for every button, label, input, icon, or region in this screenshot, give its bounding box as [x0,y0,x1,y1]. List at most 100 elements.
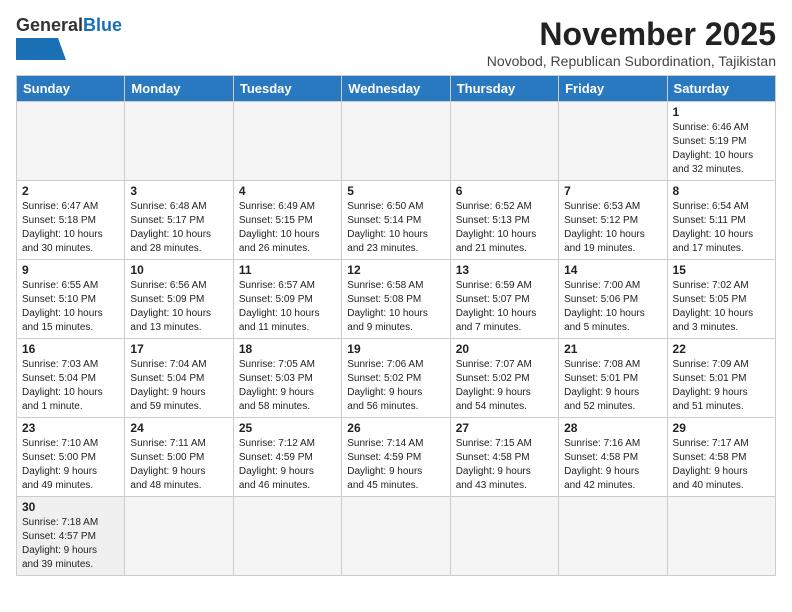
calendar-day-cell: 14 Sunrise: 7:00 AM Sunset: 5:06 PM Dayli… [559,260,667,339]
day-number: 25 [239,421,336,435]
calendar-day-cell: 1Sunrise: 6:46 AM Sunset: 5:19 PM Daylig… [667,102,775,181]
day-number: 22 [673,342,770,356]
day-info: Sunrise: 7:07 AM Sunset: 5:02 PM Dayligh… [456,358,553,414]
day-number: 8 [673,184,770,198]
calendar-day-cell: 8 Sunrise: 6:54 AM Sunset: 5:11 PM Daylig… [667,181,775,260]
day-number: 19 [347,342,444,356]
day-number: 27 [456,421,553,435]
day-number: 5 [347,184,444,198]
calendar-day-cell: 17Sunrise: 7:04 AM Sunset: 5:04 PM Dayli… [125,339,233,418]
day-number: 3 [130,184,227,198]
calendar-day-cell: 28 Sunrise: 7:16 AM Sunset: 4:58 PM Dayli… [559,418,667,497]
calendar-table: SundayMondayTuesdayWednesdayThursdayFrid… [16,75,776,576]
logo-icon [16,38,66,60]
calendar-week-row: 1Sunrise: 6:46 AM Sunset: 5:19 PM Daylig… [17,102,776,181]
day-number: 12 [347,263,444,277]
day-info: Sunrise: 6:59 AM Sunset: 5:07 PM Dayligh… [456,279,553,335]
weekday-header-wednesday: Wednesday [342,76,450,102]
day-info: Sunrise: 7:16 AM Sunset: 4:58 PM Dayligh… [564,437,661,493]
title-area: November 2025 Novobod, Republican Subord… [487,16,776,69]
day-info: Sunrise: 6:50 AM Sunset: 5:14 PM Dayligh… [347,200,444,256]
calendar-day-cell: 29Sunrise: 7:17 AM Sunset: 4:58 PM Dayli… [667,418,775,497]
weekday-header-row: SundayMondayTuesdayWednesdayThursdayFrid… [17,76,776,102]
day-number: 18 [239,342,336,356]
calendar-day-cell: 5 Sunrise: 6:50 AM Sunset: 5:14 PM Daylig… [342,181,450,260]
day-info: Sunrise: 7:02 AM Sunset: 5:05 PM Dayligh… [673,279,770,335]
day-info: Sunrise: 7:05 AM Sunset: 5:03 PM Dayligh… [239,358,336,414]
day-info: Sunrise: 7:14 AM Sunset: 4:59 PM Dayligh… [347,437,444,493]
day-info: Sunrise: 6:55 AM Sunset: 5:10 PM Dayligh… [22,279,119,335]
day-info: Sunrise: 7:11 AM Sunset: 5:00 PM Dayligh… [130,437,227,493]
day-number: 20 [456,342,553,356]
weekday-header-monday: Monday [125,76,233,102]
day-info: Sunrise: 7:10 AM Sunset: 5:00 PM Dayligh… [22,437,119,493]
calendar-day-cell [125,497,233,576]
day-info: Sunrise: 7:04 AM Sunset: 5:04 PM Dayligh… [130,358,227,414]
calendar-day-cell: 9Sunrise: 6:55 AM Sunset: 5:10 PM Daylig… [17,260,125,339]
calendar-day-cell: 25 Sunrise: 7:12 AM Sunset: 4:59 PM Dayli… [233,418,341,497]
day-number: 4 [239,184,336,198]
calendar-day-cell: 7Sunrise: 6:53 AM Sunset: 5:12 PM Daylig… [559,181,667,260]
calendar-day-cell [125,102,233,181]
calendar-day-cell: 26 Sunrise: 7:14 AM Sunset: 4:59 PM Dayli… [342,418,450,497]
calendar-day-cell: 23Sunrise: 7:10 AM Sunset: 5:00 PM Dayli… [17,418,125,497]
calendar-day-cell: 22 Sunrise: 7:09 AM Sunset: 5:01 PM Dayli… [667,339,775,418]
calendar-day-cell: 12 Sunrise: 6:58 AM Sunset: 5:08 PM Dayli… [342,260,450,339]
day-info: Sunrise: 6:52 AM Sunset: 5:13 PM Dayligh… [456,200,553,256]
calendar-week-row: 23Sunrise: 7:10 AM Sunset: 5:00 PM Dayli… [17,418,776,497]
logo: General Blue [16,16,122,60]
calendar-week-row: 30Sunrise: 7:18 AM Sunset: 4:57 PM Dayli… [17,497,776,576]
day-info: Sunrise: 6:54 AM Sunset: 5:11 PM Dayligh… [673,200,770,256]
calendar-day-cell [450,497,558,576]
day-info: Sunrise: 7:08 AM Sunset: 5:01 PM Dayligh… [564,358,661,414]
day-info: Sunrise: 6:58 AM Sunset: 5:08 PM Dayligh… [347,279,444,335]
calendar-day-cell [17,102,125,181]
day-number: 13 [456,263,553,277]
header: General Blue November 2025 Novobod, Repu… [16,16,776,69]
calendar-day-cell: 2Sunrise: 6:47 AM Sunset: 5:18 PM Daylig… [17,181,125,260]
day-number: 10 [130,263,227,277]
weekday-header-sunday: Sunday [17,76,125,102]
day-number: 26 [347,421,444,435]
calendar-day-cell [233,497,341,576]
day-info: Sunrise: 7:12 AM Sunset: 4:59 PM Dayligh… [239,437,336,493]
day-number: 2 [22,184,119,198]
calendar-day-cell: 10Sunrise: 6:56 AM Sunset: 5:09 PM Dayli… [125,260,233,339]
day-info: Sunrise: 6:46 AM Sunset: 5:19 PM Dayligh… [673,121,770,177]
day-info: Sunrise: 7:03 AM Sunset: 5:04 PM Dayligh… [22,358,119,414]
calendar-day-cell: 4Sunrise: 6:49 AM Sunset: 5:15 PM Daylig… [233,181,341,260]
day-number: 14 [564,263,661,277]
calendar-day-cell: 18 Sunrise: 7:05 AM Sunset: 5:03 PM Dayli… [233,339,341,418]
day-number: 16 [22,342,119,356]
day-number: 6 [456,184,553,198]
calendar-day-cell: 20 Sunrise: 7:07 AM Sunset: 5:02 PM Dayli… [450,339,558,418]
calendar-day-cell: 6 Sunrise: 6:52 AM Sunset: 5:13 PM Daylig… [450,181,558,260]
calendar-day-cell: 13 Sunrise: 6:59 AM Sunset: 5:07 PM Dayli… [450,260,558,339]
month-year-title: November 2025 [487,16,776,53]
calendar-day-cell: 3 Sunrise: 6:48 AM Sunset: 5:17 PM Daylig… [125,181,233,260]
weekday-header-friday: Friday [559,76,667,102]
calendar-week-row: 9Sunrise: 6:55 AM Sunset: 5:10 PM Daylig… [17,260,776,339]
calendar-week-row: 2Sunrise: 6:47 AM Sunset: 5:18 PM Daylig… [17,181,776,260]
day-info: Sunrise: 6:48 AM Sunset: 5:17 PM Dayligh… [130,200,227,256]
day-info: Sunrise: 7:15 AM Sunset: 4:58 PM Dayligh… [456,437,553,493]
calendar-day-cell: 27 Sunrise: 7:15 AM Sunset: 4:58 PM Dayli… [450,418,558,497]
calendar-week-row: 16 Sunrise: 7:03 AM Sunset: 5:04 PM Dayli… [17,339,776,418]
calendar-day-cell [342,102,450,181]
logo-general-text: General [16,16,83,36]
calendar-day-cell: 11Sunrise: 6:57 AM Sunset: 5:09 PM Dayli… [233,260,341,339]
day-info: Sunrise: 7:00 AM Sunset: 5:06 PM Dayligh… [564,279,661,335]
calendar-day-cell: 30Sunrise: 7:18 AM Sunset: 4:57 PM Dayli… [17,497,125,576]
day-number: 21 [564,342,661,356]
day-number: 28 [564,421,661,435]
location-subtitle: Novobod, Republican Subordination, Tajik… [487,53,776,69]
calendar-day-cell [342,497,450,576]
calendar-day-cell [559,497,667,576]
logo-blue-text: Blue [83,16,122,36]
day-info: Sunrise: 7:09 AM Sunset: 5:01 PM Dayligh… [673,358,770,414]
weekday-header-tuesday: Tuesday [233,76,341,102]
day-info: Sunrise: 7:17 AM Sunset: 4:58 PM Dayligh… [673,437,770,493]
day-number: 24 [130,421,227,435]
calendar-day-cell: 15Sunrise: 7:02 AM Sunset: 5:05 PM Dayli… [667,260,775,339]
day-info: Sunrise: 7:18 AM Sunset: 4:57 PM Dayligh… [22,516,119,572]
